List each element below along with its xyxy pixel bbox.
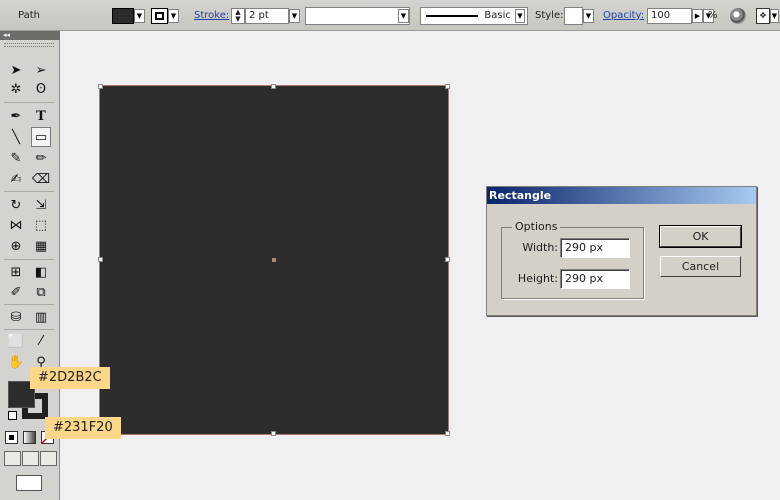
selection-type-label: Path <box>18 10 40 21</box>
rotate-tool-icon[interactable]: ↻ <box>6 195 26 215</box>
stroke-label-link[interactable]: Stroke: <box>194 0 229 31</box>
direct-selection-tool-icon[interactable]: ➢ <box>31 60 51 80</box>
opacity-unit: % <box>708 10 718 21</box>
brush-stroke-preview <box>426 14 479 17</box>
handle-top-left[interactable] <box>98 84 103 89</box>
variable-width-arrow-wrap[interactable]: ▼ <box>398 0 409 31</box>
width-tool-icon[interactable]: ⋈ <box>6 215 26 235</box>
recolor-artwork-button[interactable] <box>730 0 746 31</box>
dialog-title[interactable]: Rectangle <box>487 187 756 204</box>
cancel-button[interactable]: Cancel <box>660 256 741 277</box>
height-label: Height: <box>517 272 558 285</box>
shape-builder-tool-icon[interactable]: ⊕ <box>6 236 26 256</box>
stroke-color-callout: #231F20 <box>45 417 121 439</box>
style-label: Style: <box>535 10 564 21</box>
perspective-grid-tool-icon[interactable]: ▦ <box>31 236 51 256</box>
handle-middle-right[interactable] <box>445 257 450 262</box>
ok-button[interactable]: OK <box>659 225 742 248</box>
variable-width-field[interactable] <box>305 6 410 25</box>
handle-top-center[interactable] <box>271 84 276 89</box>
selection-tool-icon[interactable]: ➤ <box>6 60 26 80</box>
document-icon: ✥ <box>756 7 770 24</box>
gradient-mode-icon[interactable] <box>23 431 36 444</box>
opacity-field[interactable]: 100 <box>647 7 692 24</box>
gradient-tool-icon[interactable]: ◧ <box>31 262 51 282</box>
scale-tool-icon[interactable]: ⇲ <box>31 195 51 215</box>
graphic-style-control[interactable]: ▼ <box>564 0 594 31</box>
document-dropdown-arrow[interactable]: ▼ <box>770 8 779 23</box>
recolor-icon <box>730 7 746 24</box>
handle-bottom-center[interactable] <box>271 431 276 436</box>
brush-dropdown-arrow[interactable]: ▼ <box>514 8 525 23</box>
height-row: Height: 290 px <box>502 269 645 289</box>
mesh-tool-icon[interactable]: ⊞ <box>6 262 26 282</box>
blob-brush-tool-icon[interactable]: ✍ <box>6 169 26 189</box>
width-input[interactable]: 290 px <box>560 238 630 258</box>
screen-mode-button[interactable] <box>16 475 42 491</box>
symbol-sprayer-tool-icon[interactable]: ⛁ <box>6 307 26 327</box>
free-transform-tool-icon[interactable]: ⬚ <box>31 215 51 235</box>
draw-normal-icon[interactable] <box>4 451 21 466</box>
graphic-style-swatch[interactable] <box>564 6 583 25</box>
paintbrush-tool-icon[interactable]: ✎ <box>6 148 26 168</box>
opacity-label-link[interactable]: Opacity: <box>603 0 644 31</box>
fill-color-control[interactable]: ▼ <box>112 0 145 31</box>
tools-panel-grip[interactable] <box>4 43 54 47</box>
stroke-swatch[interactable] <box>151 7 168 24</box>
brush-definition-label: Basic <box>484 10 511 21</box>
line-segment-tool-icon[interactable]: ╲ <box>6 127 26 147</box>
handle-top-right[interactable] <box>445 84 450 89</box>
height-input[interactable]: 290 px <box>560 269 630 289</box>
stroke-weight-dropdown-arrow[interactable]: ▼ <box>289 8 300 23</box>
tool-separator <box>4 259 54 260</box>
default-colors-icon[interactable] <box>8 411 17 420</box>
stroke-weight-control[interactable]: ▲ ▼ 2 pt ▼ <box>231 0 300 31</box>
pencil-tool-icon[interactable]: ✏ <box>31 148 51 168</box>
tool-separator <box>4 191 54 192</box>
stroke-dropdown-arrow[interactable]: ▼ <box>168 8 179 23</box>
rectangle-tool-icon[interactable]: ▭ <box>31 127 51 147</box>
eraser-tool-icon[interactable]: ⌫ <box>31 169 51 189</box>
width-label: Width: <box>522 241 558 254</box>
width-row: Width: 290 px <box>502 238 645 258</box>
pen-tool-icon[interactable]: ✒ <box>6 106 26 126</box>
tool-separator <box>4 329 54 330</box>
options-group-label: Options <box>512 220 561 233</box>
fill-color-callout: #2D2B2C <box>30 367 110 389</box>
fill-swatch[interactable] <box>112 7 134 24</box>
stroke-color-control[interactable]: ▼ <box>151 0 179 31</box>
variable-width-dropdown-arrow[interactable]: ▼ <box>398 8 409 23</box>
tools-panel-collapse[interactable]: ◂◂ <box>0 31 60 40</box>
hand-tool-icon[interactable]: ✋ <box>6 352 26 372</box>
opacity-control[interactable]: 100 ▶ ▼ <box>647 0 714 31</box>
slice-tool-icon[interactable]: ⁄ <box>31 331 51 351</box>
rectangle-center-point <box>272 258 276 262</box>
tool-separator <box>4 102 54 103</box>
artboard-tool-icon[interactable]: ⬜ <box>6 331 26 351</box>
fill-dropdown-arrow[interactable]: ▼ <box>134 8 145 23</box>
tool-separator <box>4 304 54 305</box>
control-bar: Path ▼ ▼ Stroke: ▲ ▼ 2 pt ▼ ▼ Basic ▼ Sty… <box>0 0 780 31</box>
variable-width-profile[interactable] <box>305 0 410 31</box>
rectangle-dialog: Rectangle Options Width: 290 px Height: … <box>486 186 757 316</box>
column-graph-tool-icon[interactable]: ▥ <box>31 307 51 327</box>
lasso-tool-icon[interactable]: ʘ <box>31 79 51 99</box>
handle-bottom-right[interactable] <box>445 431 450 436</box>
opacity-slider-arrow[interactable]: ▶ <box>692 8 703 23</box>
brush-definition-field[interactable]: Basic ▼ <box>420 6 528 25</box>
color-mode-icon[interactable] <box>5 431 18 444</box>
brush-definition-control[interactable]: Basic ▼ <box>420 0 528 31</box>
blend-tool-icon[interactable]: ⧉ <box>31 282 51 302</box>
stroke-weight-spinner[interactable]: ▲ ▼ <box>231 7 245 24</box>
draw-behind-icon[interactable] <box>22 451 39 466</box>
type-tool-icon[interactable]: T <box>31 106 51 126</box>
stroke-weight-field[interactable]: 2 pt <box>245 7 289 24</box>
magic-wand-tool-icon[interactable]: ✲ <box>6 79 26 99</box>
document-setup-button[interactable]: ✥ ▼ <box>756 0 779 31</box>
graphic-style-dropdown-arrow[interactable]: ▼ <box>583 8 594 23</box>
eyedropper-tool-icon[interactable]: ✐ <box>6 282 26 302</box>
options-group: Options Width: 290 px Height: 290 px <box>501 220 645 299</box>
draw-inside-icon[interactable] <box>40 451 57 466</box>
handle-middle-left[interactable] <box>98 257 103 262</box>
